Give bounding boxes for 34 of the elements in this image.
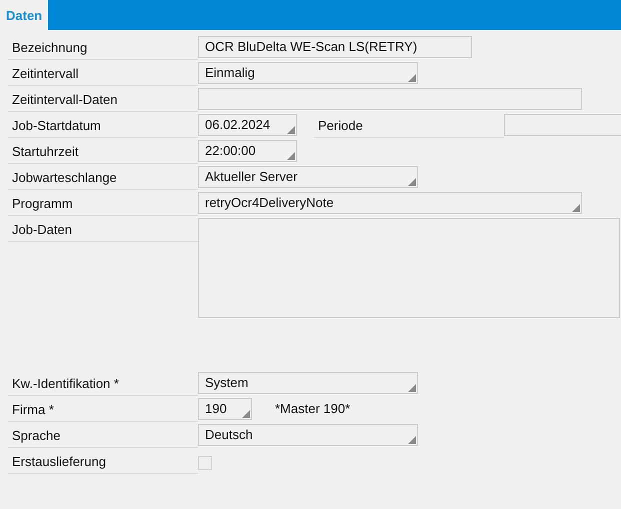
field-label: Bezeichnung	[8, 37, 198, 60]
dropdown-corner-icon	[408, 436, 416, 444]
dropdown-corner-icon	[242, 410, 250, 418]
dropdown-field[interactable]: Aktueller Server	[198, 166, 418, 188]
field-label: Job-Startdatum	[8, 115, 198, 138]
dropdown-corner-icon	[408, 178, 416, 186]
company-name-text: *Master 190*	[275, 400, 350, 418]
field-label: Kw.-Identifikation *	[8, 373, 198, 396]
field-label: Erstauslieferung	[8, 451, 198, 474]
field-label: Jobwarteschlange	[8, 167, 198, 190]
dropdown-field[interactable]: Deutsch	[198, 424, 418, 446]
field-label: Programm	[8, 193, 198, 216]
field-label: Firma *	[8, 399, 198, 422]
dropdown-corner-icon	[572, 204, 580, 212]
dropdown-field[interactable]: 22:00:00	[198, 140, 297, 162]
dropdown-field[interactable]: System	[198, 372, 418, 394]
dropdown-field[interactable]: 190	[198, 398, 252, 420]
field-label: Sprache	[8, 425, 198, 448]
checkbox[interactable]	[198, 456, 212, 470]
dropdown-corner-icon	[408, 74, 416, 82]
text-field[interactable]	[198, 88, 582, 110]
text-field[interactable]	[504, 114, 621, 136]
field-label: Startuhrzeit	[8, 141, 198, 164]
dropdown-field[interactable]: Einmalig	[198, 62, 418, 84]
text-field[interactable]: OCR BluDelta WE-Scan LS(RETRY)	[198, 36, 472, 58]
text-area[interactable]	[198, 218, 620, 318]
dropdown-corner-icon	[408, 384, 416, 392]
dropdown-field[interactable]: retryOcr4DeliveryNote	[198, 192, 582, 214]
field-label: Zeitintervall	[8, 63, 198, 86]
dropdown-field[interactable]: 06.02.2024	[198, 114, 297, 136]
field-label: Periode	[314, 115, 504, 138]
field-label: Zeitintervall-Daten	[8, 89, 198, 112]
dropdown-corner-icon	[287, 126, 295, 134]
dropdown-corner-icon	[287, 152, 295, 160]
